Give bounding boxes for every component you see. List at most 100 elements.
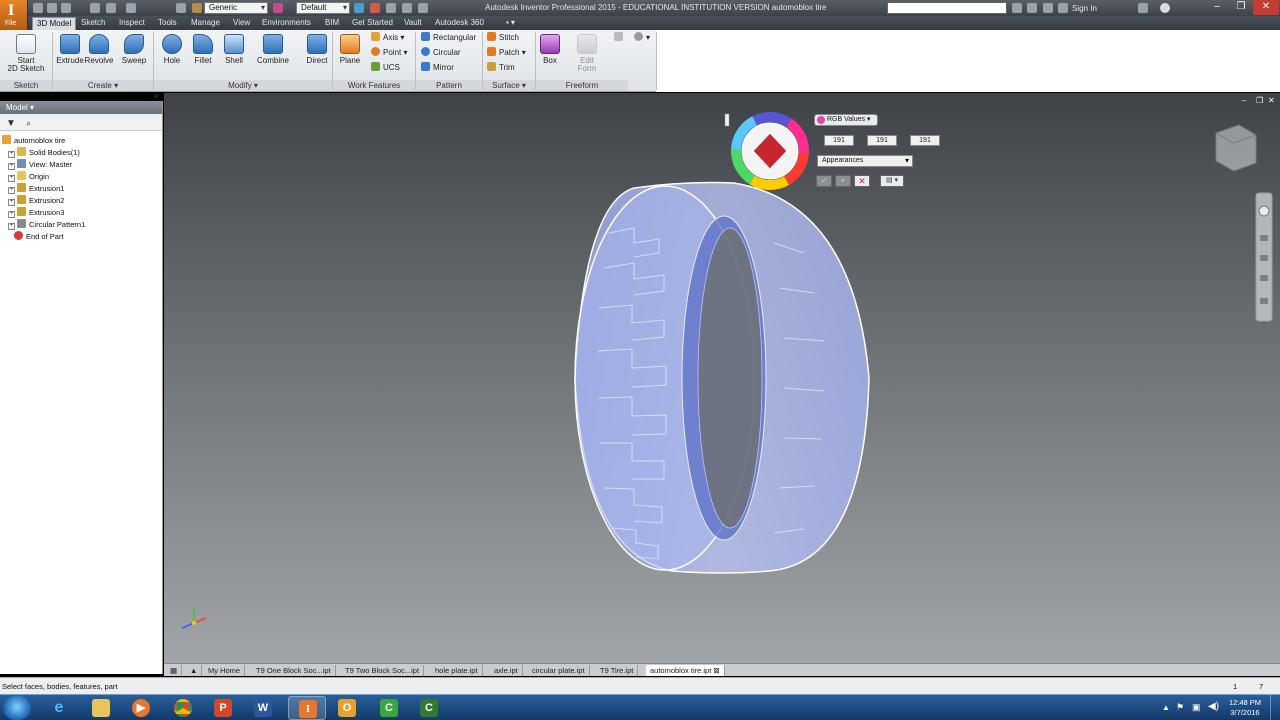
appearance-target-dropdown[interactable]: Appearances: [817, 155, 913, 167]
tab-bim[interactable]: BIM: [321, 17, 343, 30]
tray-arrow-icon[interactable]: ▲: [1162, 703, 1170, 712]
color-wheel[interactable]: [731, 112, 809, 190]
home-icon[interactable]: [126, 3, 136, 13]
material-combo[interactable]: Generic: [204, 2, 268, 14]
restore-button[interactable]: ❐: [1229, 0, 1253, 15]
taskbar-ie[interactable]: e: [40, 696, 78, 720]
tab-view[interactable]: View: [229, 17, 254, 30]
tree-item[interactable]: + Solid Bodies(1): [8, 147, 80, 159]
viewport-restore-icon[interactable]: ❐: [1256, 96, 1263, 105]
taskbar-powerpoint[interactable]: P: [204, 696, 242, 720]
panel-label-create[interactable]: Create ▾: [53, 80, 153, 91]
color-add-button[interactable]: +: [835, 175, 851, 187]
tab-tools[interactable]: Tools: [154, 17, 181, 30]
filter-icon[interactable]: ▼: [6, 118, 16, 129]
measure-icon[interactable]: [386, 3, 396, 13]
search-icon[interactable]: [1012, 3, 1022, 13]
panel-label-surface[interactable]: Surface ▾: [483, 80, 535, 91]
doc-tab-circular-plate[interactable]: circular plate.ipt: [528, 665, 590, 676]
plane-button[interactable]: Plane: [333, 32, 367, 78]
freeform-options-button[interactable]: ▾: [634, 32, 650, 44]
hole-button[interactable]: Hole: [155, 32, 189, 78]
tab-vault[interactable]: Vault: [400, 17, 426, 30]
save-icon[interactable]: [61, 3, 71, 13]
tree-item[interactable]: + Extrusion1: [8, 183, 64, 195]
new-icon[interactable]: [33, 3, 43, 13]
ucs-button[interactable]: UCS: [371, 62, 400, 74]
doc-tab-hole-plate[interactable]: hole plate.ipt: [431, 665, 483, 676]
windows-start-button[interactable]: [3, 696, 31, 720]
doc-tab-t9-tire[interactable]: T9 Tire.ipt: [596, 665, 639, 676]
expand-icon[interactable]: +: [8, 187, 15, 194]
freeform-extra-button[interactable]: [614, 32, 626, 44]
doc-tab-one-block[interactable]: T9 One Block Soc...ipt: [252, 665, 336, 676]
tab-sketch[interactable]: Sketch: [77, 17, 109, 30]
tree-item[interactable]: + Circular Pattern1: [8, 219, 85, 231]
tree-item[interactable]: + View: Master: [8, 159, 72, 171]
taskbar-explorer[interactable]: [82, 696, 120, 720]
tree-item[interactable]: End of Part: [14, 231, 64, 243]
rectangular-pattern-button[interactable]: Rectangular: [421, 32, 476, 44]
taskbar-camtasia[interactable]: C: [370, 696, 408, 720]
expand-icon[interactable]: +: [8, 199, 15, 206]
taskbar-media-player[interactable]: ▶: [122, 696, 160, 720]
tab-get-started[interactable]: Get Started: [348, 17, 397, 30]
minimize-button[interactable]: –: [1205, 0, 1229, 15]
system-clock[interactable]: 12:48 PM 3/7/2016: [1225, 698, 1265, 718]
sweep-button[interactable]: Sweep: [117, 32, 151, 78]
navigation-bar[interactable]: [1255, 192, 1273, 322]
color-ok-button[interactable]: ✓: [816, 175, 832, 187]
update-icon[interactable]: [176, 3, 186, 13]
viewport-min-icon[interactable]: –: [1242, 96, 1247, 105]
tab-manage[interactable]: Manage: [187, 17, 224, 30]
color-mode-dropdown[interactable]: RGB Values ▾: [814, 114, 878, 126]
start-2d-sketch-button[interactable]: Start 2D Sketch: [7, 32, 45, 78]
view-cube[interactable]: [1215, 124, 1257, 172]
patch-button[interactable]: Patch ▾: [487, 47, 526, 59]
box-button[interactable]: Box: [533, 32, 567, 78]
exchange-icon[interactable]: [1138, 3, 1148, 13]
green-value-field[interactable]: 191: [867, 135, 897, 146]
model-canvas[interactable]: – ❐ ✕: [164, 93, 1280, 663]
app-menu-button[interactable]: I File: [0, 0, 28, 30]
help-search-input[interactable]: [887, 2, 1007, 14]
expand-icon[interactable]: +: [8, 175, 15, 182]
taskbar-camtasia-recorder[interactable]: C: [410, 696, 448, 720]
expand-icon[interactable]: +: [8, 163, 15, 170]
viewport-close-icon[interactable]: ✕: [1268, 96, 1275, 105]
doc-tab-my-home[interactable]: My Home: [204, 665, 246, 676]
tab-environments[interactable]: Environments: [258, 17, 315, 30]
edit-form-button[interactable]: Edit Form: [570, 32, 604, 78]
expand-icon[interactable]: +: [8, 151, 15, 158]
doc-tab-two-block[interactable]: T9 Two Block Soc...ipt: [341, 665, 425, 676]
doc-tab-axle[interactable]: axle.ipt: [490, 665, 523, 676]
open-icon[interactable]: [47, 3, 57, 13]
more-icon[interactable]: [418, 3, 428, 13]
taskbar-word[interactable]: W: [244, 696, 282, 720]
find-binoculars-icon[interactable]: ⌕: [26, 118, 31, 129]
direct-button[interactable]: Direct: [300, 32, 334, 78]
browser-header[interactable]: Model ▾: [0, 101, 162, 114]
stitch-button[interactable]: Stitch: [487, 32, 519, 44]
browser-close-icon[interactable]: ✕: [153, 92, 160, 101]
undo-icon[interactable]: [90, 3, 100, 13]
circular-pattern-button[interactable]: Circular: [421, 47, 461, 59]
tree-item[interactable]: + Origin: [8, 171, 49, 183]
adjust-icon[interactable]: [354, 3, 364, 13]
trim-button[interactable]: Trim: [487, 62, 515, 74]
panel-label-modify[interactable]: Modify ▾: [154, 80, 332, 91]
tree-item[interactable]: automoblox tire: [2, 135, 65, 147]
tab-home-icon[interactable]: ▲: [186, 665, 203, 676]
red-value-field[interactable]: 191: [824, 135, 854, 146]
close-button[interactable]: ✕: [1253, 0, 1279, 15]
favorites-icon[interactable]: [1058, 3, 1068, 13]
color-options-button[interactable]: ▤ ▾: [880, 175, 904, 187]
color-cancel-button[interactable]: ✕: [854, 175, 870, 187]
tab-close-icon[interactable]: ⊠: [713, 666, 719, 675]
mirror-button[interactable]: Mirror: [421, 62, 454, 74]
help-icon[interactable]: [1160, 3, 1170, 13]
point-button[interactable]: Point ▾: [371, 47, 407, 59]
drag-handle[interactable]: [724, 113, 730, 127]
tab-3d-model[interactable]: 3D Model: [32, 17, 77, 30]
tab-overflow-icon[interactable]: ▪ ▾: [502, 17, 519, 30]
